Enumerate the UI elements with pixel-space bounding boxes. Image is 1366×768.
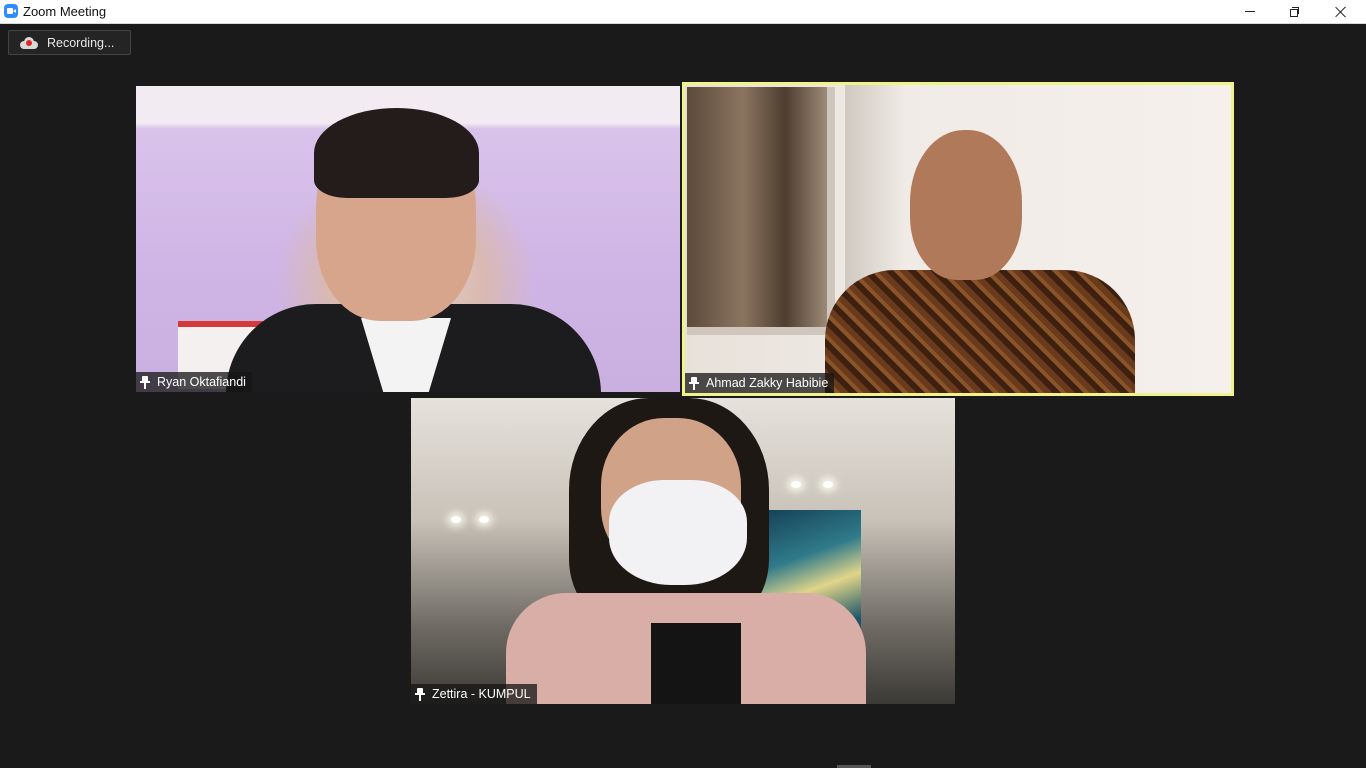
minimize-icon [1245,11,1255,12]
pin-icon [140,375,150,389]
ceiling-light [823,481,833,488]
window-title: Zoom Meeting [23,4,107,19]
zoom-logo-icon [4,4,18,18]
minimize-button[interactable] [1227,0,1273,23]
participant-face [910,130,1022,280]
ceiling-light [791,481,801,488]
participant-name: Zettira - KUMPUL [432,687,531,701]
background-painting [687,87,835,335]
participant-name: Ahmad Zakky Habibie [706,376,829,390]
pin-icon [689,376,699,390]
participant-name: Ryan Oktafiandi [157,375,246,389]
participant-name-tag: Ahmad Zakky Habibie [685,373,835,393]
face-mask [609,480,747,585]
close-icon [1335,6,1347,18]
video-tile-active-speaker[interactable]: Ahmad Zakky Habibie [682,82,1234,396]
participant-body [825,270,1135,393]
cloud-recording-icon [20,36,38,49]
video-tile[interactable]: Ryan Oktafiandi [136,86,680,392]
video-tile[interactable]: Zettira - KUMPUL [411,398,955,704]
restore-icon [1290,6,1300,17]
ceiling-light [479,516,489,523]
ceiling-light [451,516,461,523]
pin-icon [415,687,425,701]
recording-indicator[interactable]: Recording... [8,30,131,55]
close-button[interactable] [1318,0,1364,23]
recording-label: Recording... [47,35,115,50]
title-bar: Zoom Meeting [0,0,1366,24]
restore-button[interactable] [1272,0,1318,23]
participant-name-tag: Ryan Oktafiandi [136,372,252,392]
participant-name-tag: Zettira - KUMPUL [411,684,537,704]
